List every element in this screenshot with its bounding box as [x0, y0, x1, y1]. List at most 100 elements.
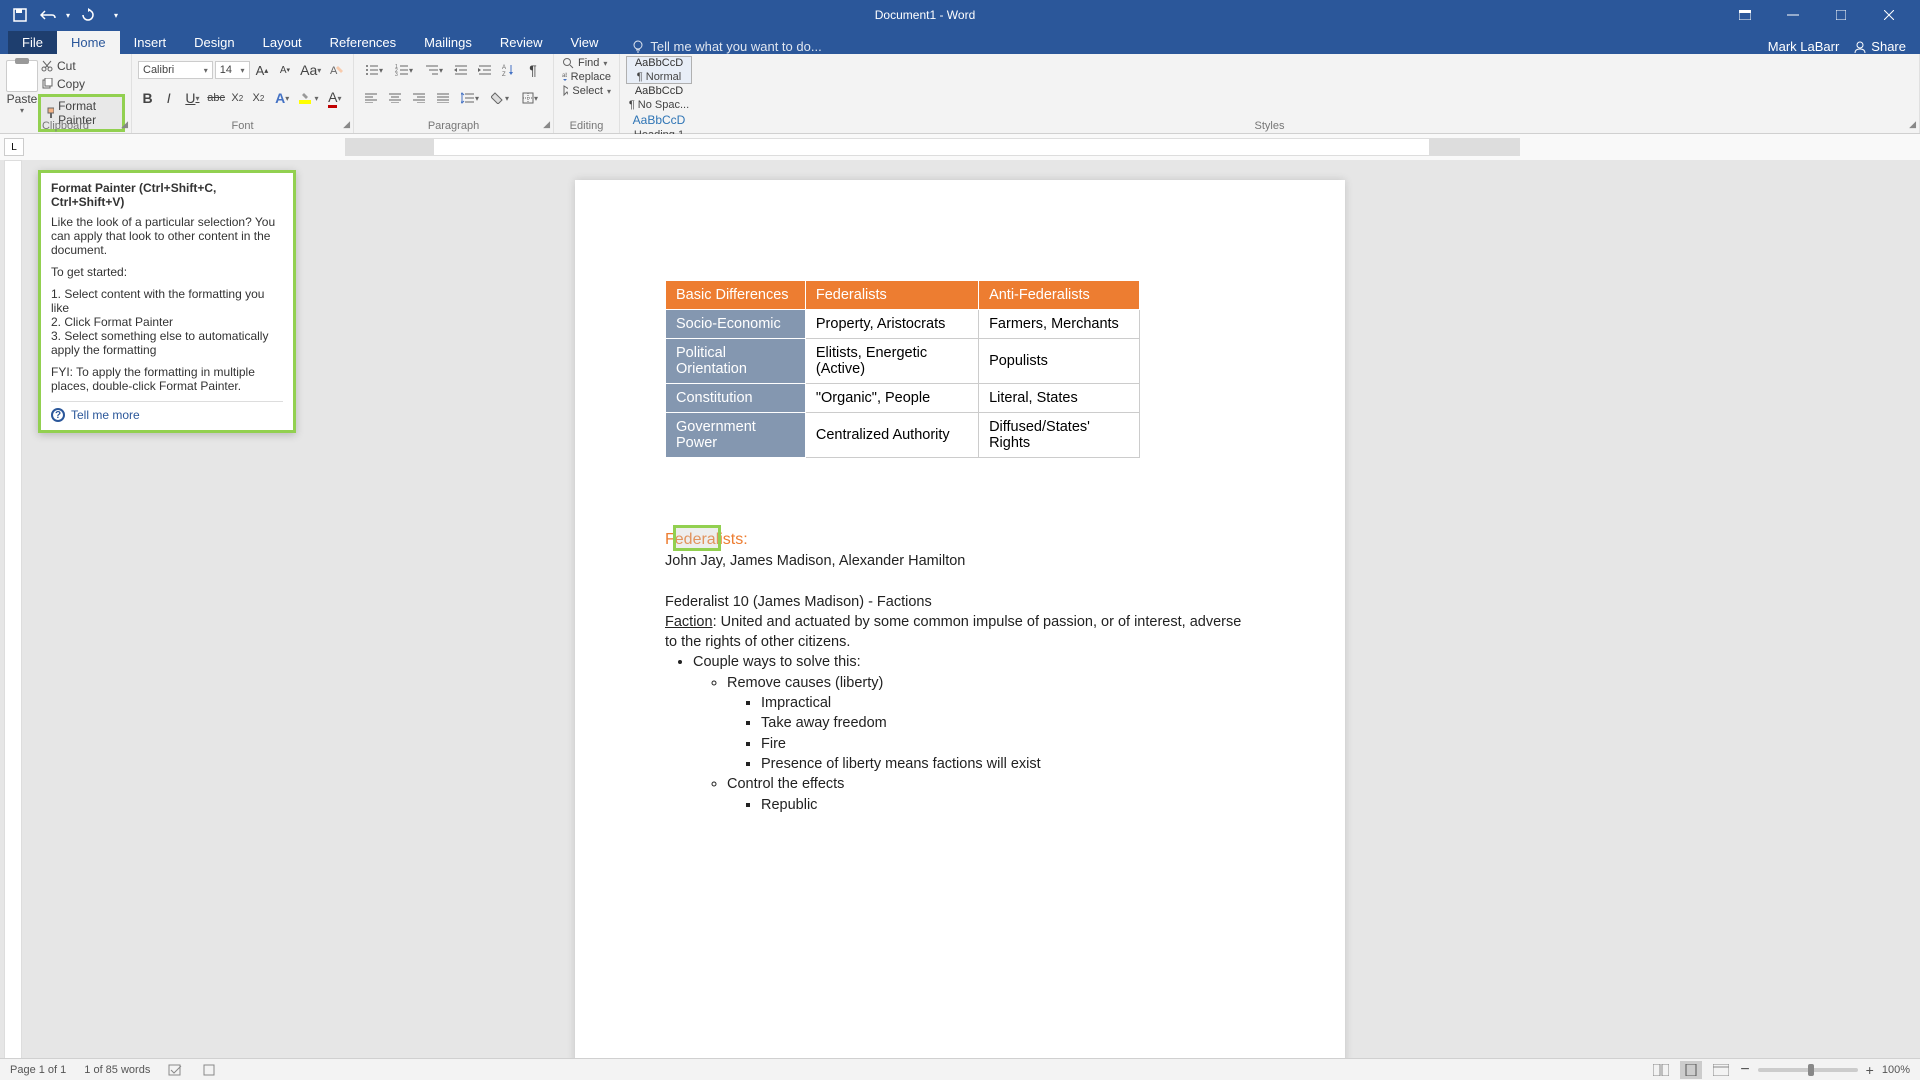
zoom-slider[interactable]	[1758, 1068, 1858, 1072]
word-count[interactable]: 1 of 85 words	[84, 1064, 150, 1076]
increase-indent-button[interactable]	[474, 59, 496, 81]
list-item[interactable]: Remove causes (liberty)	[727, 673, 1255, 693]
line-spacing-button[interactable]: ▾	[456, 87, 484, 109]
superscript-button[interactable]: X2	[249, 87, 268, 109]
tell-me-search[interactable]: Tell me what you want to do...	[632, 39, 821, 54]
table-cell[interactable]: Socio-Economic	[666, 310, 806, 339]
replace-button[interactable]: abacReplace	[560, 70, 613, 84]
cut-button[interactable]: Cut	[38, 58, 125, 74]
change-case-button[interactable]: Aa▾	[297, 59, 324, 81]
numbering-button[interactable]: 123▾	[390, 59, 418, 81]
italic-button[interactable]: I	[159, 87, 178, 109]
show-marks-button[interactable]: ¶	[522, 59, 544, 81]
tab-layout[interactable]: Layout	[249, 31, 316, 54]
redo-icon[interactable]	[78, 5, 98, 25]
tab-home[interactable]: Home	[57, 31, 120, 54]
bullets-button[interactable]: ▾	[360, 59, 388, 81]
zoom-in-button[interactable]: +	[1866, 1062, 1874, 1078]
heading-federalists[interactable]: Federalists:	[665, 529, 1255, 551]
horizontal-ruler[interactable]	[345, 138, 1520, 156]
tell-me-more-link[interactable]: ? Tell me more	[51, 401, 283, 422]
styles-launcher[interactable]: ◢	[1909, 119, 1916, 130]
zoom-level[interactable]: 100%	[1882, 1064, 1910, 1076]
table-header[interactable]: Anti-Federalists	[979, 281, 1140, 310]
list-item[interactable]: Republic	[761, 795, 1255, 815]
font-launcher[interactable]: ◢	[343, 119, 350, 130]
table-cell[interactable]: Political Orientation	[666, 339, 806, 384]
tab-references[interactable]: References	[316, 31, 410, 54]
table-cell[interactable]: Literal, States	[979, 384, 1140, 413]
decrease-indent-button[interactable]	[450, 59, 472, 81]
undo-dropdown[interactable]: ▾	[66, 11, 70, 20]
list-item[interactable]: Fire	[761, 734, 1255, 754]
macro-icon[interactable]	[202, 1063, 216, 1077]
multilevel-button[interactable]: ▾	[420, 59, 448, 81]
body-text[interactable]: Faction: United and actuated by some com…	[665, 612, 1255, 653]
tab-selector[interactable]: L	[4, 138, 24, 156]
borders-button[interactable]: ▾	[516, 87, 544, 109]
read-mode-button[interactable]	[1650, 1061, 1672, 1079]
align-right-button[interactable]	[408, 87, 430, 109]
share-button[interactable]: Share	[1853, 39, 1906, 54]
zoom-out-button[interactable]: −	[1740, 1061, 1749, 1079]
text-effects-button[interactable]: A▾	[270, 87, 294, 109]
tab-design[interactable]: Design	[180, 31, 248, 54]
spelling-icon[interactable]	[168, 1063, 184, 1077]
bullet-list[interactable]: Couple ways to solve this: Remove causes…	[693, 652, 1255, 814]
table-cell[interactable]: Farmers, Merchants	[979, 310, 1140, 339]
table-cell[interactable]: Constitution	[666, 384, 806, 413]
style-no-spacing[interactable]: AaBbCcD¶ No Spac...	[626, 84, 692, 112]
table-cell[interactable]: Diffused/States' Rights	[979, 413, 1140, 458]
table-cell[interactable]: Property, Aristocrats	[805, 310, 978, 339]
page[interactable]: Basic Differences Federalists Anti-Feder…	[575, 180, 1345, 1065]
web-layout-button[interactable]	[1710, 1061, 1732, 1079]
underline-button[interactable]: U▾	[180, 87, 204, 109]
table-header[interactable]: Basic Differences	[666, 281, 806, 310]
justify-button[interactable]	[432, 87, 454, 109]
copy-button[interactable]: Copy	[38, 76, 125, 92]
undo-icon[interactable]	[38, 5, 58, 25]
comparison-table[interactable]: Basic Differences Federalists Anti-Feder…	[665, 280, 1140, 458]
font-size-select[interactable]: 14▾	[215, 61, 250, 79]
user-name[interactable]: Mark LaBarr	[1768, 39, 1840, 54]
select-button[interactable]: Select ▾	[560, 84, 613, 98]
list-item[interactable]: Control the effects	[727, 774, 1255, 794]
table-cell[interactable]: Elitists, Energetic (Active)	[805, 339, 978, 384]
align-center-button[interactable]	[384, 87, 406, 109]
table-cell[interactable]: "Organic", People	[805, 384, 978, 413]
font-color-button[interactable]: A▾	[323, 87, 347, 109]
list-item[interactable]: Impractical	[761, 693, 1255, 713]
paragraph-launcher[interactable]: ◢	[543, 119, 550, 130]
tab-file[interactable]: File	[8, 31, 57, 54]
qat-customize[interactable]: ▾	[114, 11, 118, 20]
table-cell[interactable]: Government Power	[666, 413, 806, 458]
clipboard-launcher[interactable]: ◢	[121, 119, 128, 130]
find-button[interactable]: Find ▾	[560, 56, 613, 70]
page-indicator[interactable]: Page 1 of 1	[10, 1064, 66, 1076]
close-icon[interactable]	[1866, 0, 1912, 30]
body-text[interactable]: Federalist 10 (James Madison) - Factions	[665, 592, 1255, 612]
list-item[interactable]: Couple ways to solve this:	[693, 652, 1255, 672]
save-icon[interactable]	[10, 5, 30, 25]
vertical-ruler[interactable]	[4, 160, 22, 1065]
list-item[interactable]: Presence of liberty means factions will …	[761, 754, 1255, 774]
body-text[interactable]: John Jay, James Madison, Alexander Hamil…	[665, 551, 1255, 571]
bold-button[interactable]: B	[138, 87, 157, 109]
tab-mailings[interactable]: Mailings	[410, 31, 486, 54]
maximize-icon[interactable]	[1818, 0, 1864, 30]
shading-button[interactable]: ▾	[486, 87, 514, 109]
table-cell[interactable]: Centralized Authority	[805, 413, 978, 458]
style-normal[interactable]: AaBbCcD¶ Normal	[626, 56, 692, 84]
align-left-button[interactable]	[360, 87, 382, 109]
table-header[interactable]: Federalists	[805, 281, 978, 310]
highlight-button[interactable]: ▾	[296, 87, 320, 109]
strikethrough-button[interactable]: abc	[207, 87, 226, 109]
print-layout-button[interactable]	[1680, 1061, 1702, 1079]
table-cell[interactable]: Populists	[979, 339, 1140, 384]
subscript-button[interactable]: X2	[228, 87, 247, 109]
sort-button[interactable]: AZ	[498, 59, 520, 81]
grow-font-button[interactable]: A▴	[252, 59, 273, 81]
tab-insert[interactable]: Insert	[120, 31, 181, 54]
shrink-font-button[interactable]: A▾	[274, 59, 295, 81]
tab-view[interactable]: View	[556, 31, 612, 54]
